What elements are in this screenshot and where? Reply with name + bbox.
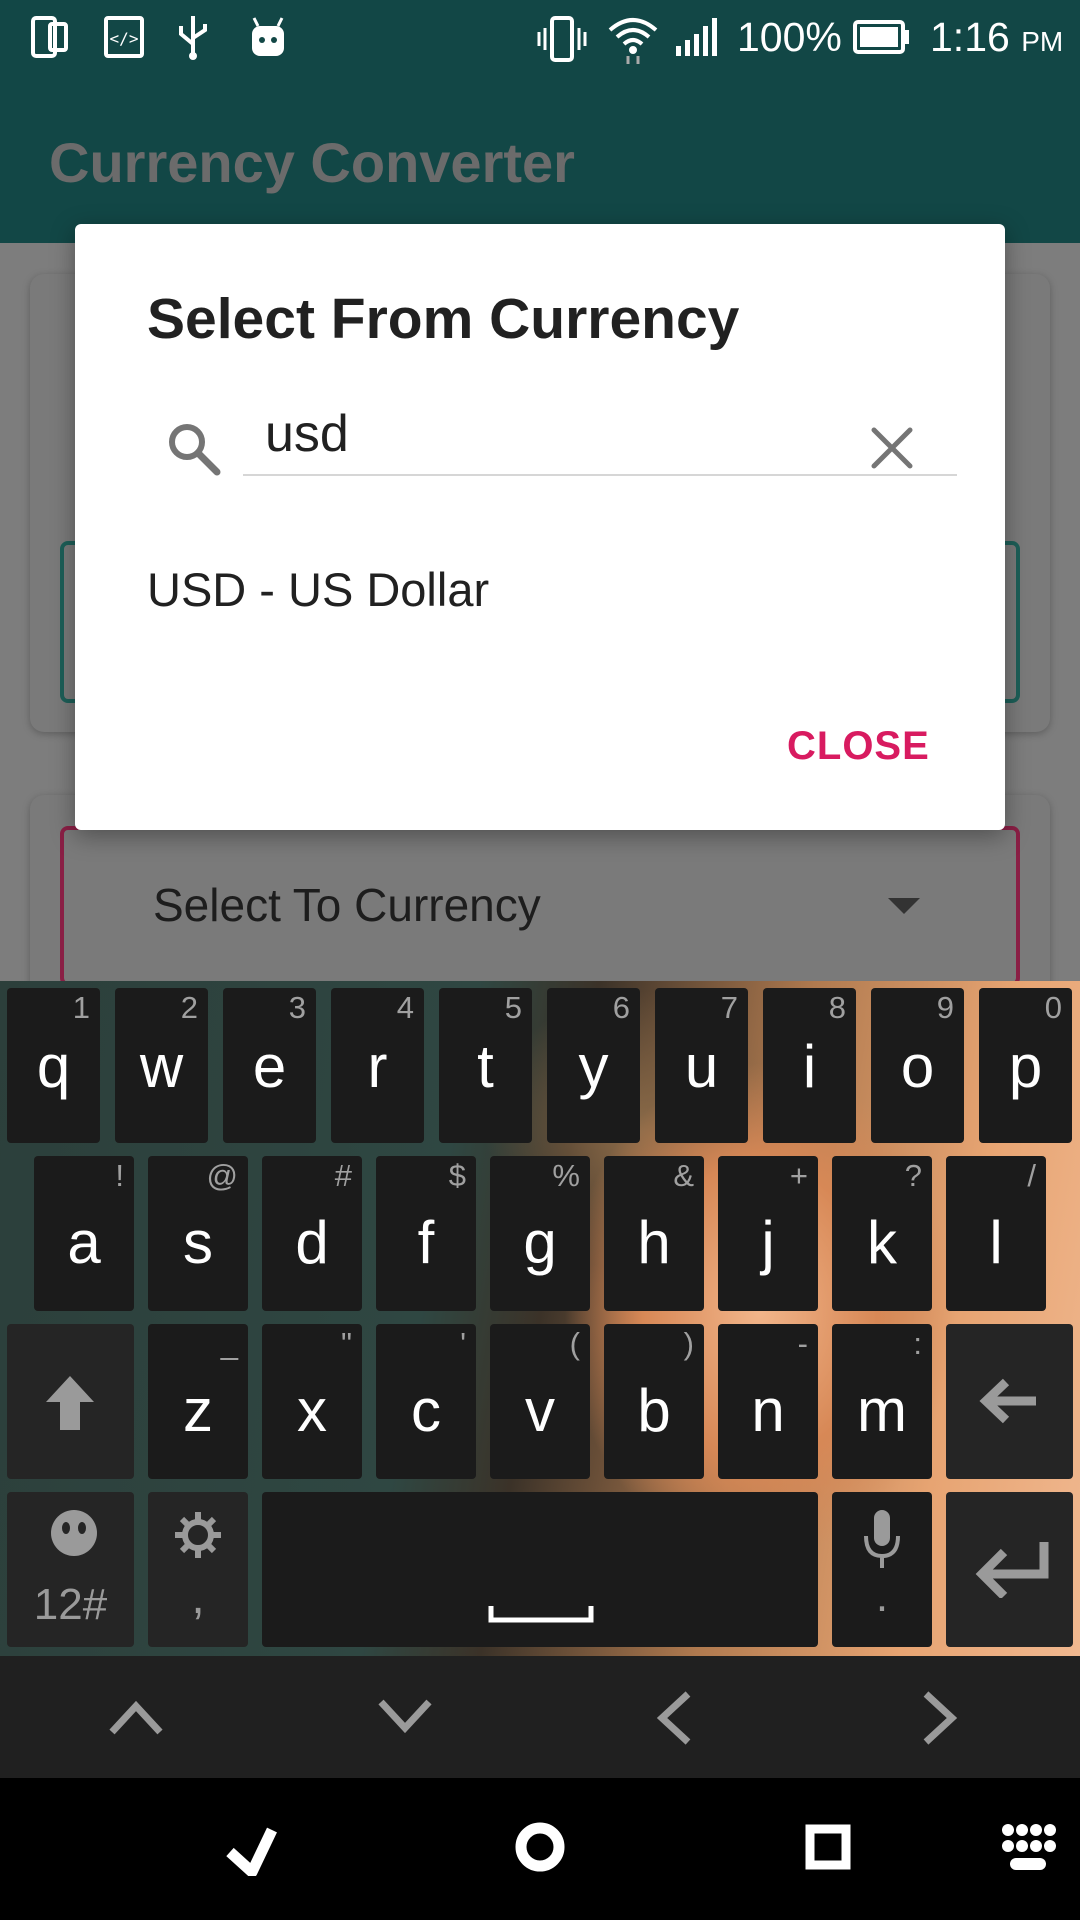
key-j[interactable]: + j (718, 1156, 818, 1311)
key-s[interactable]: @ s (148, 1156, 248, 1311)
key-w[interactable]: 2w (115, 988, 208, 1143)
shift-key[interactable] (7, 1324, 134, 1479)
period-label: . (875, 1572, 889, 1621)
voice-period-key[interactable]: . (832, 1492, 932, 1647)
key-a[interactable]: ! a (34, 1156, 134, 1311)
key-t[interactable]: 5t (439, 988, 532, 1143)
currency-search-input[interactable] (243, 394, 957, 476)
key-y[interactable]: 6y (547, 988, 640, 1143)
vibrate-icon (537, 16, 587, 62)
key-u[interactable]: 7u (655, 988, 748, 1143)
clear-search-icon[interactable] (868, 424, 916, 472)
key-e[interactable]: 3e (223, 988, 316, 1143)
dialog-title: Select From Currency (147, 287, 740, 351)
soft-keyboard: 1q 2w 3e 4r 5t 6y 7u 8i 9o 0p ! a @ s # d $… (0, 981, 1080, 1656)
enter-key[interactable] (946, 1492, 1073, 1647)
key-n[interactable]: -n (718, 1324, 818, 1479)
system-navigation-bar (0, 1778, 1080, 1920)
currency-select-dialog: Select From Currency USD - US Dollar CLO… (75, 224, 1005, 830)
keyboard-navigation-bar (0, 1656, 1080, 1778)
key-z[interactable]: _ z (148, 1324, 248, 1479)
key-f[interactable]: $ f (376, 1156, 476, 1311)
dropdown-arrow-icon (888, 898, 920, 914)
code-icon: </> (104, 16, 144, 58)
cursor-right-icon[interactable] (920, 1688, 962, 1748)
key-d[interactable]: # d (262, 1156, 362, 1311)
cursor-left-icon[interactable] (652, 1688, 694, 1748)
symbols-label: 12# (33, 1580, 108, 1629)
key-r[interactable]: 4r (331, 988, 424, 1143)
backspace-icon (979, 1378, 1036, 1424)
recents-icon[interactable] (804, 1823, 852, 1871)
device-icon (31, 16, 68, 58)
key-g[interactable]: % g (490, 1156, 590, 1311)
emoji-icon (51, 1510, 97, 1556)
wifi-icon (608, 18, 658, 64)
status-bar: </> 100% 1:16 PM (0, 0, 1080, 78)
back-icon[interactable] (224, 1822, 280, 1876)
key-b[interactable]: ) b (604, 1324, 704, 1479)
enter-icon (975, 1542, 1049, 1598)
close-button[interactable]: CLOSE (787, 724, 930, 769)
clock: 1:16 PM (930, 14, 1063, 61)
cursor-up-icon[interactable] (106, 1696, 166, 1738)
key-l[interactable]: / l (946, 1156, 1046, 1311)
space-key[interactable] (262, 1492, 818, 1647)
cursor-down-icon[interactable] (375, 1696, 435, 1738)
signal-icon (676, 18, 717, 56)
key-o[interactable]: 9o (871, 988, 964, 1143)
home-icon[interactable] (514, 1821, 566, 1873)
svg-text:</>: </> (110, 29, 139, 48)
battery-percent: 100% (737, 14, 842, 60)
emoji-symbols-key[interactable]: 12# (7, 1492, 134, 1647)
key-p[interactable]: 0p (979, 988, 1072, 1143)
settings-comma-key[interactable]: , (148, 1492, 248, 1647)
usb-icon (179, 16, 207, 60)
shift-arrow-icon (46, 1376, 94, 1430)
search-icon (169, 424, 221, 476)
app-title: Currency Converter (49, 131, 575, 194)
clock-time: 1:16 (930, 14, 1010, 60)
key-i[interactable]: 8i (763, 988, 856, 1143)
microphone-icon (864, 1510, 900, 1568)
currency-result-item[interactable]: USD - US Dollar (147, 562, 489, 617)
key-c[interactable]: ' c (376, 1324, 476, 1479)
key-q[interactable]: 1q (7, 988, 100, 1143)
gear-icon (175, 1512, 221, 1558)
backspace-key[interactable] (946, 1324, 1073, 1479)
space-bar-icon (488, 1606, 594, 1623)
to-currency-placeholder: Select To Currency (153, 879, 541, 931)
android-icon (252, 17, 284, 56)
battery-icon (853, 20, 909, 54)
key-v[interactable]: (v (490, 1324, 590, 1479)
key-k[interactable]: ? k (832, 1156, 932, 1311)
key-x[interactable]: " x (262, 1324, 362, 1479)
comma-label: , (191, 1571, 205, 1624)
clock-ampm: PM (1021, 26, 1064, 57)
key-m[interactable]: :m (832, 1324, 932, 1479)
keyboard-switch-icon[interactable] (1000, 1822, 1056, 1874)
key-h[interactable]: & h (604, 1156, 704, 1311)
